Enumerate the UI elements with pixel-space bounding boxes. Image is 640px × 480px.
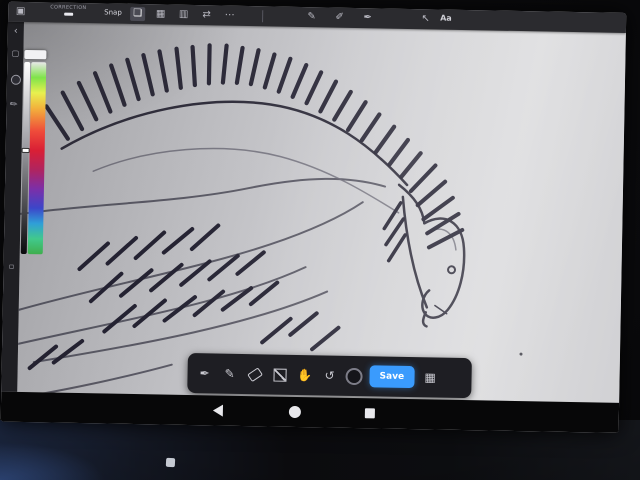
back-button[interactable] [212, 404, 224, 417]
undo-icon[interactable]: ↺ [320, 366, 338, 384]
tool-dock: ✒ ✎ ✋ ↺ Save ▦ [187, 352, 472, 399]
hue-slider[interactable] [27, 62, 47, 255]
collapse-chevron-icon[interactable]: ‹ [8, 26, 24, 37]
text-tool[interactable]: Aa [440, 14, 452, 23]
marker-tool-icon[interactable]: ✐ [332, 11, 347, 25]
swatch-slot-icon[interactable]: ▫ [3, 262, 19, 271]
keypad-icon[interactable]: ▦ [421, 368, 439, 386]
current-color-swatch[interactable] [24, 49, 47, 60]
select-tool-icon[interactable]: ▢ [7, 49, 23, 58]
color-swatch-icon[interactable] [345, 367, 363, 385]
correction-indicator [63, 12, 73, 16]
eraser-tool-icon[interactable] [247, 366, 263, 382]
color-picker [20, 49, 51, 255]
tablet-screen: ▣ CORRECTION Snap ❏ ▦ ▥ ⇄ ⋯ ✎ ✐ ✒ ↖ Aa ‹… [0, 1, 627, 433]
layout-tool-icon[interactable]: ▥ [176, 8, 191, 22]
home-button[interactable] [288, 405, 302, 419]
more-tools-icon[interactable]: ⋯ [222, 9, 237, 23]
menu-icon[interactable]: ▣ [13, 5, 28, 19]
value-slider-handle[interactable] [21, 148, 30, 154]
brush-tool-icon[interactable]: ✎ [5, 96, 24, 114]
dragon-sketch [17, 43, 523, 399]
flip-tool-icon[interactable]: ⇄ [199, 8, 214, 22]
save-button[interactable]: Save [369, 365, 415, 389]
ink-pen-tool-icon[interactable]: ✒ [360, 11, 375, 25]
correction-control[interactable]: CORRECTION [50, 4, 87, 16]
desk-reflection [0, 428, 170, 480]
pencil-tool-icon[interactable]: ✎ [304, 10, 319, 24]
line-tool-icon[interactable] [273, 368, 287, 382]
dust-speck [519, 352, 523, 356]
pen-tool-icon[interactable]: ✒ [195, 364, 213, 382]
image-tool-icon[interactable]: ❏ [130, 6, 146, 22]
toolbar-divider [262, 10, 264, 23]
pointer-tool-icon[interactable]: ↖ [418, 12, 433, 26]
color-wheel-icon[interactable] [10, 74, 22, 85]
correction-label: CORRECTION [50, 4, 87, 12]
pencil-tool-icon[interactable]: ✎ [220, 365, 238, 383]
grid-tool-icon[interactable]: ▦ [153, 7, 168, 21]
drawing-canvas[interactable] [17, 21, 626, 403]
snap-toggle[interactable]: Snap [104, 8, 122, 16]
hand-tool-icon[interactable]: ✋ [295, 366, 313, 384]
recents-button[interactable] [364, 408, 375, 419]
photo-background: ▣ CORRECTION Snap ❏ ▦ ▥ ⇄ ⋯ ✎ ✐ ✒ ↖ Aa ‹… [0, 0, 640, 480]
photo-artifact [165, 457, 176, 468]
